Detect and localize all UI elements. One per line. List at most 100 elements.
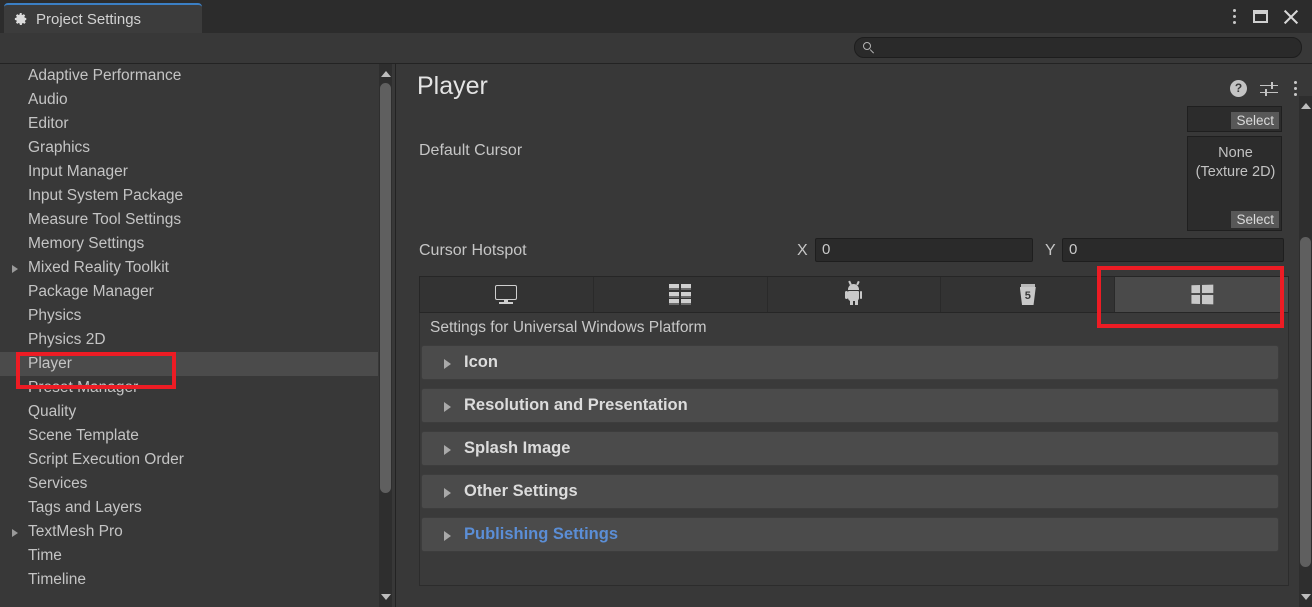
sidebar-item-input-manager[interactable]: Input Manager bbox=[0, 160, 378, 184]
sidebar-item-services[interactable]: Services bbox=[0, 472, 378, 496]
sidebar-item-label: Package Manager bbox=[28, 283, 154, 301]
sidebar-item-label: TextMesh Pro bbox=[28, 523, 123, 541]
sidebar-item-label: Audio bbox=[28, 91, 68, 109]
default-cursor-label: Default Cursor bbox=[419, 142, 522, 160]
sidebar-item-label: Graphics bbox=[28, 139, 90, 157]
platform-tab-uwp[interactable] bbox=[1115, 277, 1288, 312]
sidebar-item-timeline[interactable]: Timeline bbox=[0, 568, 378, 592]
object-field-value: None (Texture 2D) bbox=[1188, 144, 1283, 182]
section-resolution-and-presentation[interactable]: Resolution and Presentation bbox=[421, 388, 1279, 423]
sidebar-item-tags-and-layers[interactable]: Tags and Layers bbox=[0, 496, 378, 520]
sidebar-item-quality[interactable]: Quality bbox=[0, 400, 378, 424]
kebab-menu-icon[interactable] bbox=[1230, 6, 1239, 27]
search-row bbox=[0, 33, 1312, 64]
main-scroll-down-arrow-icon[interactable] bbox=[1301, 594, 1311, 600]
select-button-above[interactable]: Select bbox=[1231, 112, 1279, 129]
settings-categories-sidebar: Adaptive Performance Audio Editor Graphics I… bbox=[0, 64, 396, 607]
select-button-cursor[interactable]: Select bbox=[1231, 211, 1279, 228]
sidebar-item-adaptive-performance[interactable]: Adaptive Performance bbox=[0, 64, 378, 88]
cursor-hotspot-x-input[interactable]: 0 bbox=[815, 238, 1033, 262]
sidebar-item-script-execution-order[interactable]: Script Execution Order bbox=[0, 448, 378, 472]
section-expand-triangle-icon[interactable] bbox=[444, 359, 451, 369]
window-controls bbox=[1230, 0, 1312, 33]
section-expand-triangle-icon[interactable] bbox=[444, 445, 451, 455]
sidebar-item-player[interactable]: Player bbox=[0, 352, 378, 376]
help-icon[interactable]: ? bbox=[1230, 80, 1247, 97]
sidebar-item-audio[interactable]: Audio bbox=[0, 88, 378, 112]
main-scroll-track[interactable] bbox=[1299, 109, 1312, 594]
android-icon bbox=[845, 284, 862, 305]
platform-tab-bar: 5 bbox=[419, 276, 1289, 313]
platform-tab-android[interactable] bbox=[768, 277, 942, 312]
main-scroll-thumb[interactable] bbox=[1300, 237, 1311, 567]
sidebar-item-label: Script Execution Order bbox=[28, 451, 184, 469]
search-input[interactable] bbox=[880, 41, 1280, 55]
object-field-above[interactable]: Select bbox=[1187, 106, 1282, 132]
cursor-hotspot-y-input[interactable]: 0 bbox=[1062, 238, 1284, 262]
player-settings-panel: Player ? Select Default Cursor None (Tex… bbox=[397, 64, 1312, 607]
platform-tab-dedicated-server[interactable] bbox=[594, 277, 768, 312]
sidebar-item-time[interactable]: Time bbox=[0, 544, 378, 568]
window-titlebar: Project Settings bbox=[0, 0, 1312, 33]
section-expand-triangle-icon[interactable] bbox=[444, 531, 451, 541]
sidebar-item-memory-settings[interactable]: Memory Settings bbox=[0, 232, 378, 256]
section-other-settings[interactable]: Other Settings bbox=[421, 474, 1279, 509]
sidebar-scrollbar[interactable] bbox=[379, 64, 392, 607]
platform-tab-webgl[interactable]: 5 bbox=[941, 277, 1115, 312]
sidebar-item-label: Player bbox=[28, 355, 72, 373]
section-label: Resolution and Presentation bbox=[464, 396, 688, 415]
tab-project-settings[interactable]: Project Settings bbox=[4, 3, 202, 33]
html5-icon: 5 bbox=[1020, 284, 1036, 305]
maximize-icon[interactable] bbox=[1253, 10, 1268, 23]
settings-category-list: Adaptive Performance Audio Editor Graphics I… bbox=[0, 64, 378, 607]
sidebar-item-textmesh-pro[interactable]: TextMesh Pro bbox=[0, 520, 378, 544]
close-icon[interactable] bbox=[1282, 8, 1300, 26]
sidebar-item-label: Scene Template bbox=[28, 427, 139, 445]
sidebar-item-input-system-package[interactable]: Input System Package bbox=[0, 184, 378, 208]
sidebar-item-label: Input System Package bbox=[28, 187, 183, 205]
expand-triangle-icon[interactable] bbox=[12, 529, 18, 537]
sidebar-scroll-thumb[interactable] bbox=[380, 83, 391, 493]
sidebar-scroll-track[interactable] bbox=[379, 77, 392, 594]
preset-icon[interactable] bbox=[1260, 81, 1278, 97]
monitor-icon bbox=[495, 285, 517, 304]
sidebar-item-editor[interactable]: Editor bbox=[0, 112, 378, 136]
sidebar-item-label: Time bbox=[28, 547, 62, 565]
page-title: Player bbox=[417, 72, 488, 101]
sidebar-item-label: Mixed Reality Toolkit bbox=[28, 259, 169, 277]
section-icon[interactable]: Icon bbox=[421, 345, 1279, 380]
tab-label: Project Settings bbox=[36, 11, 141, 28]
section-publishing-settings[interactable]: Publishing Settings bbox=[421, 517, 1279, 552]
section-expand-triangle-icon[interactable] bbox=[444, 488, 451, 498]
scroll-down-arrow-icon[interactable] bbox=[381, 594, 391, 600]
default-cursor-object-field[interactable]: None (Texture 2D) Select bbox=[1187, 136, 1282, 231]
panel-header-icons: ? bbox=[1230, 78, 1300, 99]
search-box[interactable] bbox=[854, 37, 1302, 58]
section-label: Icon bbox=[464, 353, 498, 372]
sidebar-item-physics[interactable]: Physics bbox=[0, 304, 378, 328]
sidebar-item-preset-manager[interactable]: Preset Manager bbox=[0, 376, 378, 400]
sidebar-item-scene-template[interactable]: Scene Template bbox=[0, 424, 378, 448]
sidebar-item-package-manager[interactable]: Package Manager bbox=[0, 280, 378, 304]
section-splash-image[interactable]: Splash Image bbox=[421, 431, 1279, 466]
sidebar-item-physics-2d[interactable]: Physics 2D bbox=[0, 328, 378, 352]
sidebar-item-label: Editor bbox=[28, 115, 69, 133]
sidebar-item-label: Timeline bbox=[28, 571, 86, 589]
sidebar-item-label: Input Manager bbox=[28, 163, 128, 181]
sidebar-item-label: Tags and Layers bbox=[28, 499, 142, 517]
windows-icon bbox=[1191, 285, 1213, 305]
sidebar-item-mixed-reality-toolkit[interactable]: Mixed Reality Toolkit bbox=[0, 256, 378, 280]
cursor-hotspot-label: Cursor Hotspot bbox=[419, 242, 527, 260]
expand-triangle-icon[interactable] bbox=[12, 265, 18, 273]
sidebar-item-label: Services bbox=[28, 475, 87, 493]
platform-tab-standalone[interactable] bbox=[420, 277, 594, 312]
sidebar-item-measure-tool-settings[interactable]: Measure Tool Settings bbox=[0, 208, 378, 232]
sidebar-item-label: Quality bbox=[28, 403, 76, 421]
main-scrollbar[interactable] bbox=[1299, 96, 1312, 607]
sidebar-item-label: Physics bbox=[28, 307, 81, 325]
sidebar-item-graphics[interactable]: Graphics bbox=[0, 136, 378, 160]
object-value-line2: (Texture 2D) bbox=[1196, 164, 1276, 180]
x-axis-label: X bbox=[797, 242, 808, 260]
section-expand-triangle-icon[interactable] bbox=[444, 402, 451, 412]
section-label: Publishing Settings bbox=[464, 525, 618, 544]
